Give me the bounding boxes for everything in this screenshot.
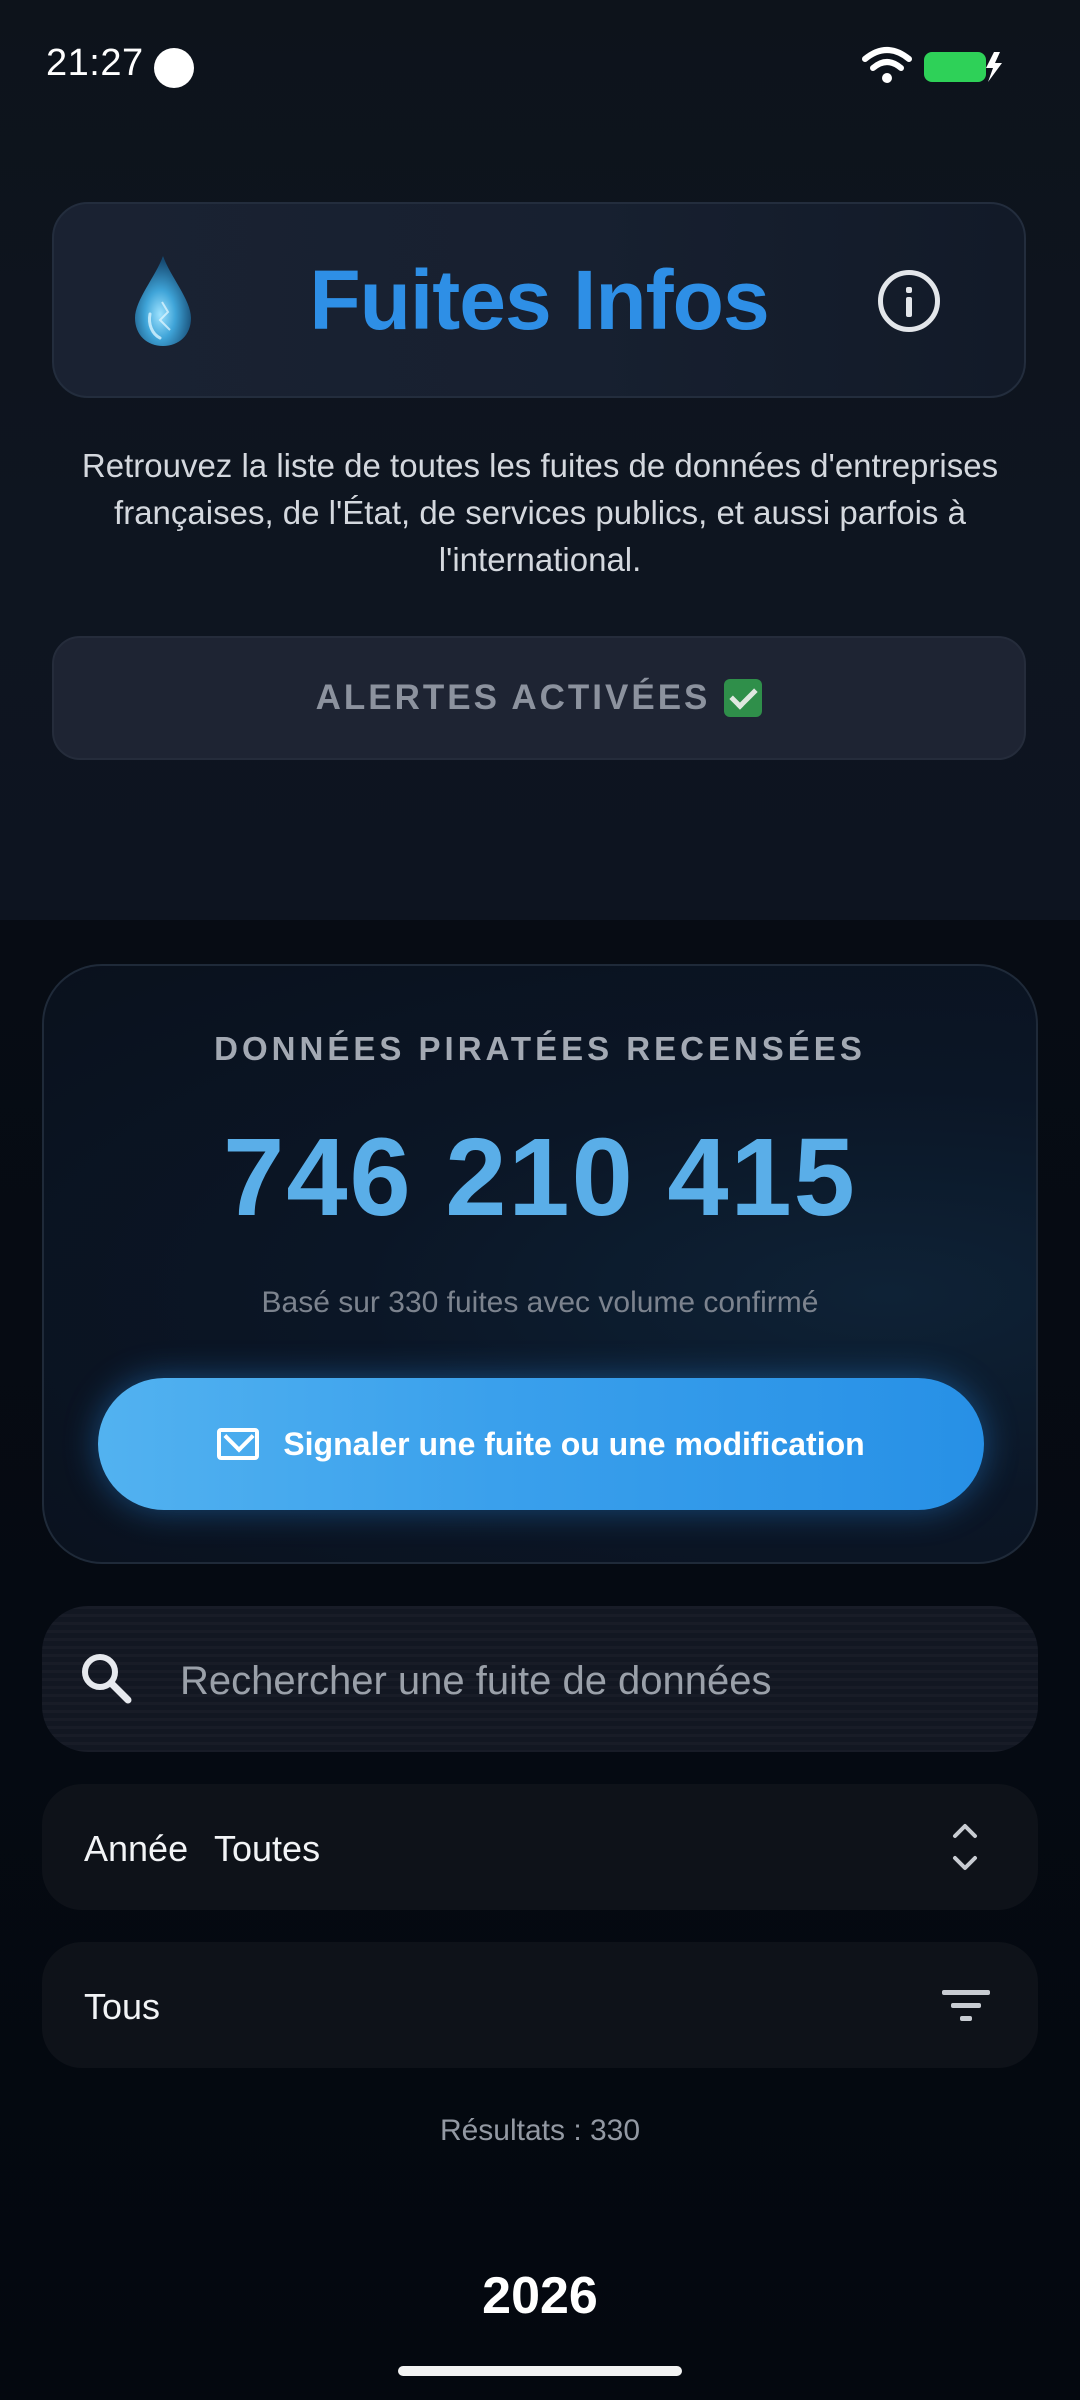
- results-count: Résultats : 330: [439, 2114, 641, 2147]
- type-filter[interactable]: Tous: [42, 1942, 1038, 2068]
- intro-description: Retrouvez la liste de toutes les fuites …: [81, 447, 999, 578]
- stats-value: 746 210 415: [223, 1116, 857, 1239]
- report-button-label: Signaler une fuite ou une modification: [283, 1425, 865, 1462]
- search-icon: [82, 1654, 132, 1704]
- home-indicator[interactable]: [398, 2366, 682, 2376]
- mail-icon: [217, 1428, 260, 1460]
- report-leak-button[interactable]: Signaler une fuite ou une modification: [98, 1378, 984, 1510]
- search-input[interactable]: [178, 1650, 982, 1712]
- search-bar[interactable]: [42, 1606, 1038, 1752]
- stats-card: DONNÉES PIRATÉES RECENSÉES 746 210 415 B…: [42, 964, 1038, 1564]
- filter-icon: [942, 1990, 990, 2021]
- stats-label: DONNÉES PIRATÉES RECENSÉES: [214, 1030, 866, 1067]
- notification-dot-icon: [154, 48, 194, 88]
- info-icon[interactable]: [878, 270, 940, 332]
- year-label: Année: [84, 1828, 189, 1869]
- check-mark-icon: [724, 679, 763, 717]
- app-header: Fuites Infos: [52, 202, 1026, 398]
- type-filter-value: Tous: [84, 1986, 161, 2027]
- stats-note: Basé sur 330 fuites avec volume confirmé: [261, 1286, 819, 1319]
- alerts-label: ALERTES ACTIVÉES: [315, 678, 711, 717]
- status-time: 21:27: [46, 42, 144, 84]
- chevron-up-down-icon: [953, 1824, 977, 1870]
- year-value: Toutes: [214, 1828, 321, 1869]
- year-select[interactable]: Année Toutes: [42, 1784, 1038, 1910]
- wifi-icon: [862, 47, 912, 83]
- battery-charging-icon: [924, 52, 1002, 82]
- year-section-heading: 2026: [482, 2267, 598, 2325]
- alerts-toggle-button[interactable]: ALERTES ACTIVÉES: [52, 636, 1026, 760]
